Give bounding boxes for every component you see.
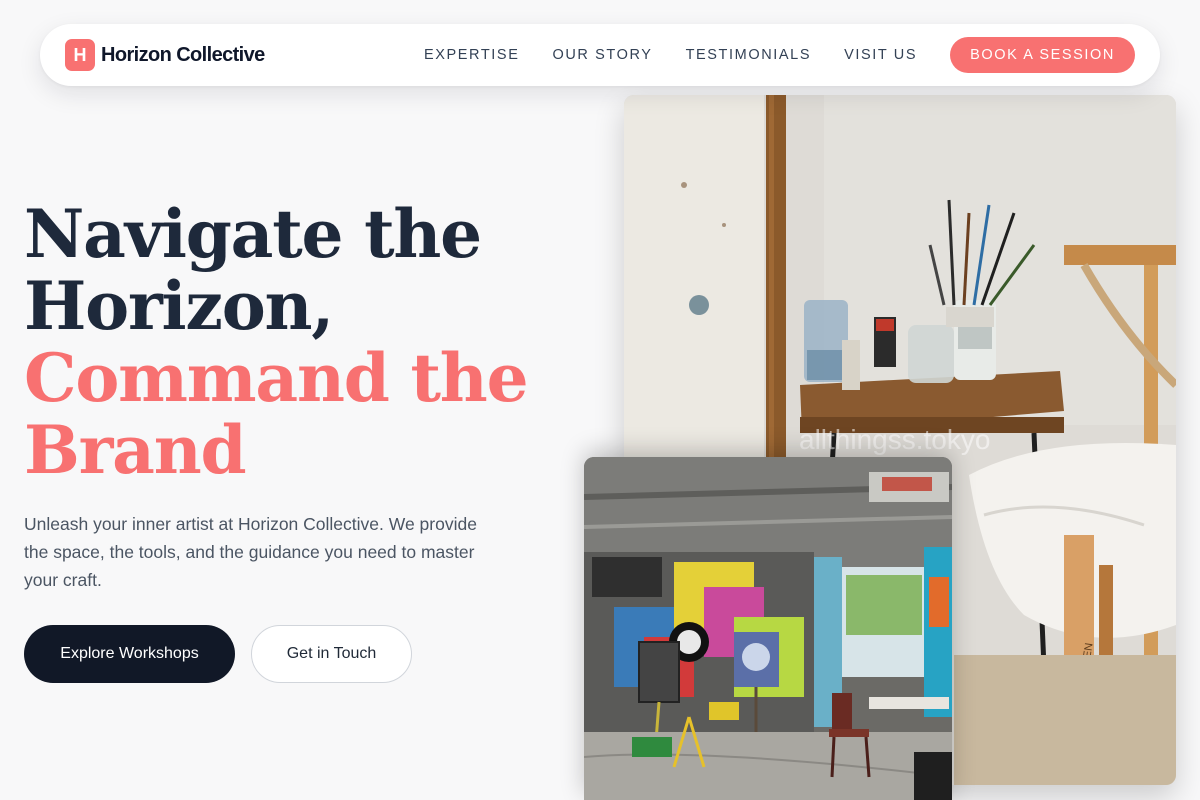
navbar: H Horizon Collective EXPERTISE OUR STORY…	[40, 24, 1160, 86]
get-in-touch-button[interactable]: Get in Touch	[251, 625, 412, 683]
hero-title-line-3: Command the	[24, 339, 529, 417]
hero-title-line-2: Horizon,	[24, 267, 334, 345]
photo-watermark: allthingss.tokyo	[799, 424, 990, 455]
nav-links: EXPERTISE OUR STORY TESTIMONIALS VISIT U…	[424, 37, 1135, 73]
explore-workshops-button[interactable]: Explore Workshops	[24, 625, 235, 683]
studio-photo-graffiti-image	[584, 457, 952, 800]
studio-photo-graffiti	[584, 457, 952, 800]
brand-name: Horizon Collective	[101, 43, 265, 66]
logo[interactable]: H Horizon Collective	[65, 39, 265, 71]
hero-title: Navigate the Horizon, Command the Brand	[24, 198, 584, 486]
nav-link-testimonials[interactable]: TESTIMONIALS	[686, 47, 812, 63]
hero-title-line-4: Brand	[24, 411, 247, 489]
landing-page: H Horizon Collective EXPERTISE OUR STORY…	[0, 0, 1200, 800]
book-session-button[interactable]: BOOK A SESSION	[950, 37, 1135, 73]
hero-title-line-1: Navigate the	[24, 195, 482, 273]
nav-link-expertise[interactable]: EXPERTISE	[424, 47, 520, 63]
nav-link-our-story[interactable]: OUR STORY	[552, 47, 652, 63]
nav-link-visit-us[interactable]: VISIT US	[844, 47, 917, 63]
logo-mark: H	[65, 39, 95, 71]
hero-subtitle: Unleash your inner artist at Horizon Col…	[24, 514, 477, 590]
